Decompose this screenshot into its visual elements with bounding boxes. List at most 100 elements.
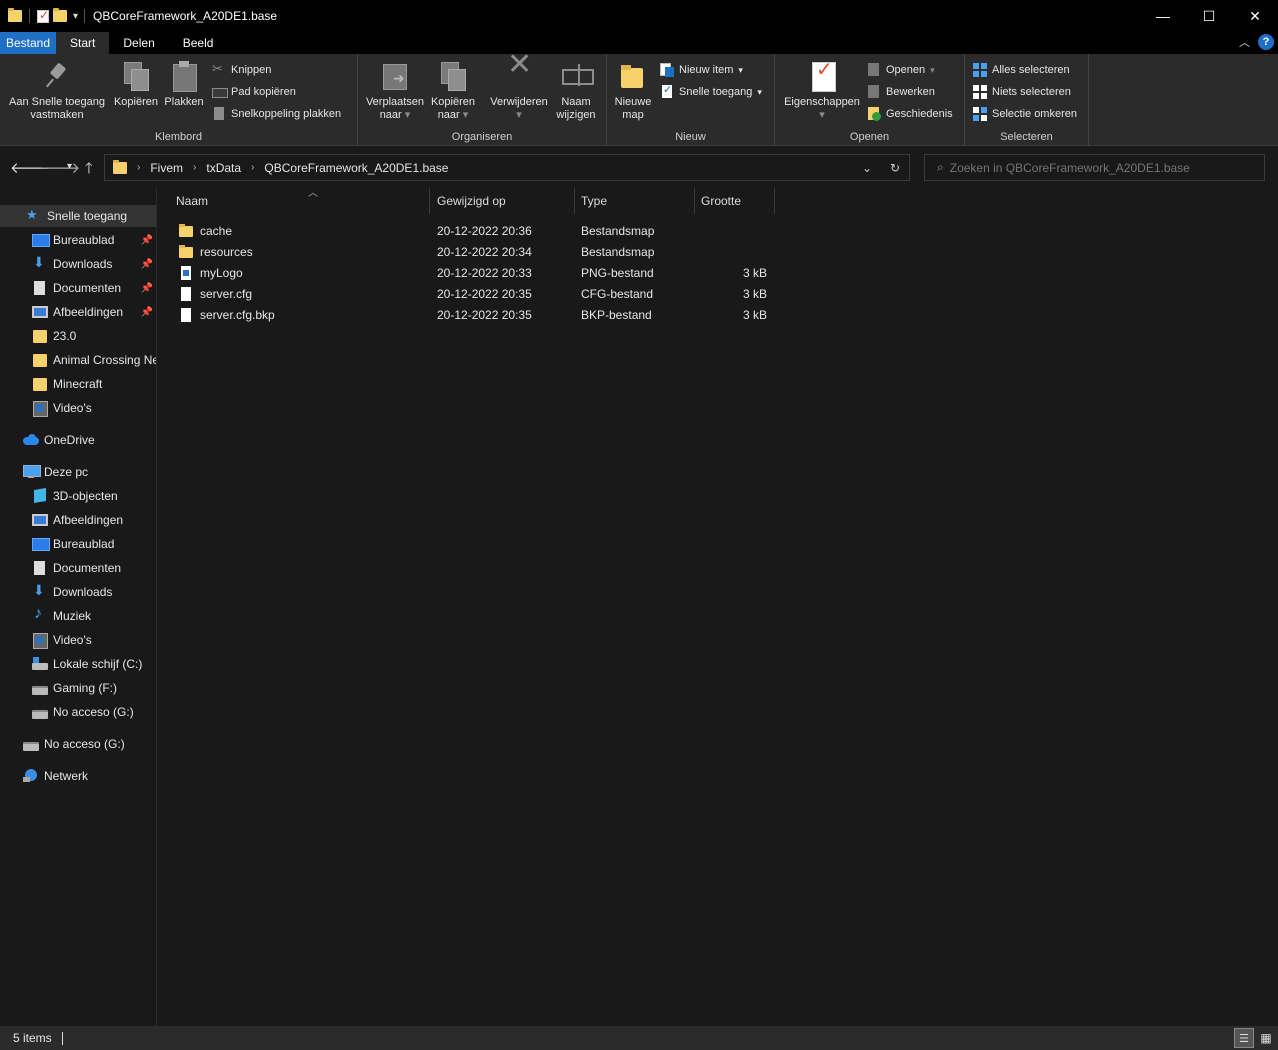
sidebar-item-network[interactable]: Netwerk <box>0 765 156 787</box>
pin-quick-access-button[interactable]: Aan Snelle toegang vastmaken <box>6 60 108 122</box>
properties-button[interactable]: Eigenschappen ▾ <box>781 60 863 122</box>
search-box[interactable]: ⌕ <box>924 154 1265 181</box>
sidebar-item-label: Afbeeldingen <box>53 305 124 319</box>
sidebar-item-music[interactable]: Muziek <box>0 605 156 627</box>
tab-bestand[interactable]: Bestand <box>0 32 57 54</box>
up-arrow-icon[interactable]: 🡑 <box>85 158 93 183</box>
paste-shortcut-button[interactable]: Snelkoppeling plakken <box>212 107 341 121</box>
details-view-button[interactable] <box>1234 1028 1254 1048</box>
sidebar-item-drive-g-root[interactable]: No acceso (G:) <box>0 733 156 755</box>
invert-selection-button[interactable]: Selectie omkeren <box>973 107 1077 121</box>
sidebar-item-quick-access[interactable]: Snelle toegang <box>0 205 156 227</box>
tab-start[interactable]: Start <box>56 32 110 54</box>
move-to-button[interactable]: Verplaatsen naar ▾ <box>364 60 426 122</box>
sidebar-item-label: Deze pc <box>44 465 89 479</box>
chevron-right-icon[interactable]: › <box>193 162 196 173</box>
sidebar-item-pictures[interactable]: Afbeeldingen 📌 <box>0 301 156 323</box>
address-history-chevron-icon[interactable]: ⌄ <box>853 161 881 175</box>
sidebar-item-label: Bureaublad <box>53 537 115 551</box>
sidebar-item-drive-c[interactable]: Lokale schijf (C:) <box>0 653 156 675</box>
folder-icon <box>179 223 193 238</box>
table-row[interactable]: server.cfg 20-12-2022 20:35 CFG-bestand … <box>172 283 772 304</box>
forward-arrow-icon[interactable]: 🡒 <box>40 158 80 177</box>
history-button[interactable]: Geschiedenis <box>867 107 953 121</box>
sidebar-item-pc-documents[interactable]: Documenten <box>0 557 156 579</box>
sidebar-item-desktop[interactable]: Bureaublad 📌 <box>0 229 156 251</box>
sidebar-item-pc-desktop[interactable]: Bureaublad <box>0 533 156 555</box>
chevron-right-icon[interactable]: › <box>137 162 140 173</box>
new-item-label: Nieuw item <box>679 64 734 76</box>
pin-icon[interactable]: 📌 <box>141 235 153 246</box>
edit-button[interactable]: Bewerken <box>867 85 935 99</box>
sidebar-item-pc-pictures[interactable]: Afbeeldingen <box>0 509 156 531</box>
sidebar-item-downloads[interactable]: Downloads 📌 <box>0 253 156 275</box>
sidebar-item-drive-g[interactable]: No acceso (G:) <box>0 701 156 723</box>
collapse-ribbon-icon[interactable]: ︿ <box>1239 34 1250 50</box>
chevron-down-icon[interactable]: ▾ <box>73 11 78 22</box>
pin-icon[interactable]: 📌 <box>141 307 153 318</box>
breadcrumb-txdata[interactable]: txData <box>206 161 241 175</box>
select-all-button[interactable]: Alles selecteren <box>973 63 1070 77</box>
cut-button[interactable]: Knippen <box>212 61 271 77</box>
sidebar-item-label: Animal Crossing New Horizons <box>53 353 156 367</box>
file-icon <box>179 307 193 322</box>
tab-delen[interactable]: Delen <box>109 32 168 54</box>
column-header-type[interactable]: Type <box>575 188 695 214</box>
refresh-icon[interactable]: ↻ <box>881 161 909 175</box>
table-row[interactable]: server.cfg.bkp 20-12-2022 20:35 BKP-best… <box>172 304 772 325</box>
table-row[interactable]: resources 20-12-2022 20:34 Bestandsmap <box>172 241 772 262</box>
column-header-modified[interactable]: Gewijzigd op <box>431 188 575 214</box>
breadcrumb-fivem[interactable]: Fivem <box>150 161 183 175</box>
sidebar-item-label: Muziek <box>53 609 92 623</box>
help-icon[interactable]: ? <box>1258 34 1274 50</box>
maximize-button[interactable]: ☐ <box>1186 0 1232 32</box>
music-icon <box>32 605 48 623</box>
easy-access-button[interactable]: Snelle toegang ▾ <box>660 83 762 99</box>
recent-locations-chevron-icon[interactable]: ▾ <box>67 161 72 172</box>
sidebar-item-this-pc[interactable]: Deze pc <box>0 461 156 483</box>
large-icons-view-button[interactable] <box>1256 1028 1276 1048</box>
details-view-icon <box>1239 1031 1249 1045</box>
minimize-button[interactable]: — <box>1140 0 1186 32</box>
new-item-button[interactable]: Nieuw item ▾ <box>660 63 743 77</box>
tab-beeld[interactable]: Beeld <box>169 32 228 54</box>
pin-icon[interactable]: 📌 <box>141 283 153 294</box>
address-bar[interactable]: › Fivem › txData › QBCoreFramework_A20DE… <box>104 154 910 181</box>
chevron-right-icon[interactable]: › <box>251 162 254 173</box>
sidebar-item-label: Minecraft <box>53 377 103 391</box>
sidebar-item-23[interactable]: 23.0 <box>0 325 156 347</box>
invert-selection-label: Selectie omkeren <box>992 108 1077 120</box>
delete-button[interactable]: Verwijderen ▾ <box>486 58 552 122</box>
folder-icon <box>32 353 48 367</box>
column-header-name[interactable]: ︿ Naam <box>170 188 430 214</box>
breadcrumb-current[interactable]: QBCoreFramework_A20DE1.base <box>264 161 448 175</box>
sidebar-item-drive-f[interactable]: Gaming (F:) <box>0 677 156 699</box>
rename-button[interactable]: Naam wijzigen <box>554 60 598 122</box>
sidebar-item-minecraft[interactable]: Minecraft <box>0 373 156 395</box>
column-header-size[interactable]: Grootte <box>695 188 775 214</box>
close-button[interactable]: ✕ <box>1232 0 1278 32</box>
paste-button[interactable]: Plakken <box>163 60 205 109</box>
sidebar-item-label: Video's <box>53 633 92 647</box>
sidebar-item-documents[interactable]: Documenten 📌 <box>0 277 156 299</box>
sidebar-item-3d-objects[interactable]: 3D-objecten <box>0 485 156 507</box>
copy-path-button[interactable]: Pad kopiëren <box>212 85 296 99</box>
pin-icon[interactable]: 📌 <box>141 259 153 270</box>
sidebar-item-videos[interactable]: Video's <box>0 397 156 419</box>
select-none-button[interactable]: Niets selecteren <box>973 85 1071 99</box>
search-input[interactable] <box>949 160 1250 175</box>
sidebar-item-animal-crossing[interactable]: Animal Crossing New Horizons <box>0 349 156 371</box>
new-folder-button[interactable]: Nieuwe map <box>611 60 655 122</box>
sidebar-item-onedrive[interactable]: OneDrive <box>0 429 156 451</box>
sidebar-item-pc-videos[interactable]: Video's <box>0 629 156 651</box>
rename-icon <box>560 60 594 92</box>
chevron-down-icon: ▾ <box>930 64 935 75</box>
new-folder-icon[interactable] <box>53 8 67 22</box>
sidebar-item-pc-downloads[interactable]: Downloads <box>0 581 156 603</box>
copy-to-button[interactable]: Kopiëren naar ▾ <box>429 60 477 122</box>
copy-button[interactable]: Kopiëren <box>113 60 159 109</box>
table-row[interactable]: myLogo 20-12-2022 20:33 PNG-bestand 3 kB <box>172 262 772 283</box>
open-button[interactable]: Openen ▾ <box>867 63 935 77</box>
table-row[interactable]: cache 20-12-2022 20:36 Bestandsmap <box>172 220 772 241</box>
properties-icon[interactable] <box>37 8 49 23</box>
